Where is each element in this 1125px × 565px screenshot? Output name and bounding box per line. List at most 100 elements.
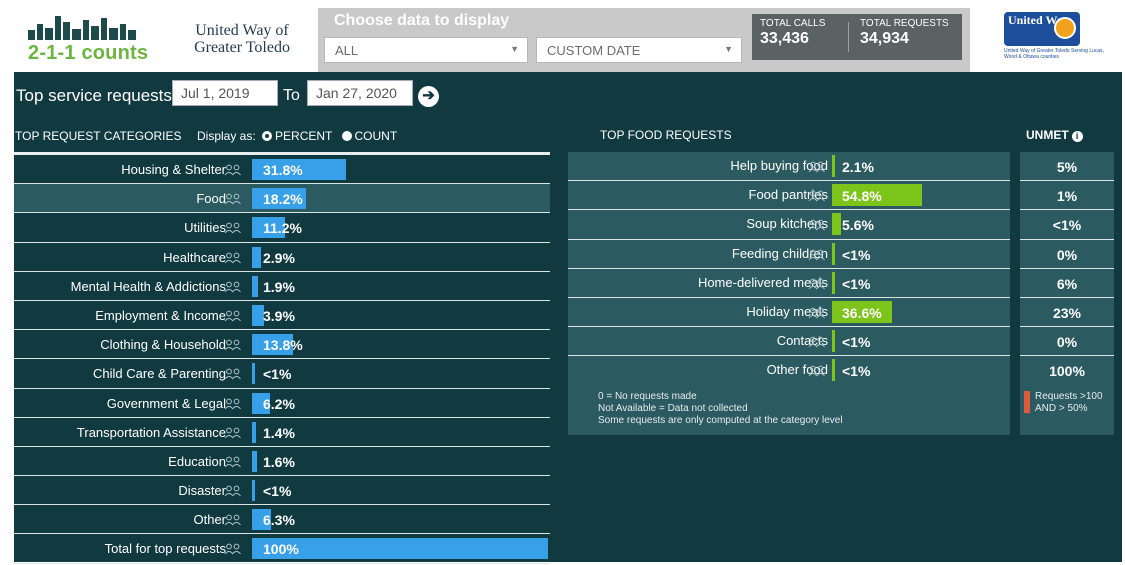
radio-percent[interactable]: [262, 131, 273, 141]
category-bar: [252, 246, 261, 268]
people-icon[interactable]: [808, 365, 826, 377]
category-row-total-for-top-requests[interactable]: Total for top requests 100%: [14, 534, 550, 564]
category-row-employment-income[interactable]: Employment & Income 3.9%: [14, 301, 550, 331]
unmet-value: 100%: [1020, 356, 1114, 386]
category-value: 6.2%: [263, 395, 295, 412]
category-label: Housing & Shelter: [121, 162, 226, 177]
category-bar: [252, 363, 255, 385]
arrow-right-circle-icon[interactable]: ➔: [418, 86, 439, 107]
food-value: 36.6%: [842, 304, 882, 321]
category-value: 2.9%: [263, 249, 295, 266]
category-row-utilities[interactable]: Utilities 11.2%: [14, 213, 550, 243]
food-value: 54.8%: [842, 188, 882, 205]
category-row-government-legal[interactable]: Government & Legal 6.2%: [14, 389, 550, 418]
unmet-legend-text: Requests >100 AND > 50%: [1035, 391, 1103, 414]
food-row-contacts[interactable]: Contacts <1%: [568, 327, 1010, 357]
people-icon[interactable]: [224, 222, 242, 234]
category-row-housing-shelter[interactable]: Housing & Shelter 31.8%: [14, 155, 550, 185]
people-icon[interactable]: [224, 368, 242, 380]
people-icon[interactable]: [808, 161, 826, 173]
people-icon[interactable]: [224, 485, 242, 497]
people-icon[interactable]: [224, 310, 242, 322]
page-title: Top service requests: [16, 86, 172, 105]
category-label: Government & Legal: [106, 395, 226, 411]
category-row-clothing-household[interactable]: Clothing & Household 13.8%: [14, 330, 550, 360]
food-row-soup-kitchens[interactable]: Soup kitchens 5.6%: [568, 210, 1010, 240]
totals-box: TOTAL CALLS 33,436 TOTAL REQUESTS 34,934: [752, 14, 962, 60]
people-icon[interactable]: [224, 456, 242, 468]
category-value: <1%: [263, 483, 292, 500]
category-label: Mental Health & Addictions: [70, 278, 226, 294]
unmet-legend: Requests >100 AND > 50%: [1020, 385, 1114, 435]
logo-text: 2-1-1 counts: [28, 42, 149, 64]
united-way-tagline: United Way of Greater Toledo Serving Luc…: [1004, 48, 1105, 60]
date-to-field[interactable]: Jan 27, 2020: [307, 80, 413, 106]
food-row-other-food[interactable]: Other food <1%: [568, 356, 1010, 386]
category-select[interactable]: ALL ▼: [324, 37, 528, 63]
category-value: 1.4%: [263, 424, 295, 441]
category-row-mental-health-addictions[interactable]: Mental Health & Addictions 1.9%: [14, 272, 550, 301]
to-label: To: [283, 87, 300, 104]
unmet-legend-swatch: [1024, 391, 1030, 413]
info-icon[interactable]: i: [1071, 131, 1083, 142]
people-icon[interactable]: [224, 281, 242, 293]
category-value: <1%: [263, 366, 292, 383]
unmet-value: 5%: [1020, 152, 1114, 182]
category-value: 100%: [263, 541, 299, 558]
food-row-feeding-children[interactable]: Feeding children <1%: [568, 240, 1010, 269]
food-heading: TOP FOOD REQUESTS: [600, 128, 732, 142]
food-row-help-buying-food[interactable]: Help buying food 2.1%: [568, 152, 1010, 182]
people-icon[interactable]: [808, 249, 826, 261]
total-calls-value: 33,436: [760, 30, 809, 47]
unmet-heading: UNMET i: [1026, 128, 1083, 142]
people-icon[interactable]: [808, 307, 826, 319]
note-line: Some requests are only computed at the c…: [598, 415, 843, 426]
people-icon[interactable]: [224, 164, 242, 176]
category-bar: [252, 421, 257, 443]
category-row-education[interactable]: Education 1.6%: [14, 447, 550, 477]
people-icon[interactable]: [224, 339, 242, 351]
category-label: Utilities: [184, 220, 226, 236]
people-icon[interactable]: [808, 190, 826, 202]
food-row-food-pantries[interactable]: Food pantries 54.8%: [568, 181, 1010, 211]
logo-211-counts[interactable]: 2-1-1 counts: [28, 14, 158, 70]
food-row-home-delivered-meals[interactable]: Home-delivered meals <1%: [568, 269, 1010, 298]
note-line: 0 = No requests made: [598, 391, 697, 402]
category-row-transportation-assistance[interactable]: Transportation Assistance 1.4%: [14, 418, 550, 447]
unmet-value: 0%: [1020, 240, 1114, 269]
people-icon[interactable]: [808, 219, 826, 231]
people-icon[interactable]: [224, 427, 242, 439]
food-value: <1%: [842, 246, 871, 263]
food-row-holiday-meals[interactable]: Holiday meals 36.6%: [568, 298, 1010, 328]
dashboard: Top service requests Jul 1, 2019 To Jan …: [14, 72, 1122, 564]
category-row-other[interactable]: Other 6.3%: [14, 505, 550, 535]
people-icon[interactable]: [224, 543, 242, 555]
category-value: 31.8%: [263, 162, 303, 178]
people-icon[interactable]: [224, 193, 242, 205]
people-icon[interactable]: [808, 278, 826, 290]
category-row-disaster[interactable]: Disaster <1%: [14, 476, 550, 506]
food-bar: [832, 242, 835, 265]
unmet-heading-label: UNMET: [1026, 128, 1069, 142]
people-icon[interactable]: [224, 252, 242, 264]
category-row-food[interactable]: Food 18.2%: [14, 184, 550, 214]
category-value: 11.2%: [263, 220, 302, 237]
food-bar: [832, 271, 835, 294]
display-as-control: Display as: PERCENT COUNT: [197, 129, 397, 143]
category-label: Food: [196, 191, 226, 207]
chevron-down-icon: ▼: [724, 44, 733, 54]
radio-count[interactable]: [341, 131, 352, 141]
people-icon[interactable]: [808, 336, 826, 348]
people-icon[interactable]: [224, 398, 242, 410]
food-value: 2.1%: [842, 159, 874, 175]
united-way-logo[interactable]: United Way United Way of Greater Toledo …: [1004, 12, 1116, 70]
unmet-value: 1%: [1020, 181, 1114, 211]
note-line: Not Available = Data not collected: [598, 403, 748, 414]
date-range-select[interactable]: CUSTOM DATE ▼: [536, 37, 742, 63]
category-row-healthcare[interactable]: Healthcare 2.9%: [14, 243, 550, 272]
category-row-child-care-parenting[interactable]: Child Care & Parenting <1%: [14, 359, 550, 389]
date-from-field[interactable]: Jul 1, 2019: [172, 80, 278, 106]
people-icon[interactable]: [224, 514, 242, 526]
food-bar: [832, 359, 835, 382]
unmet-table: 5% 1% <1% 0% 6% 23% 0% 100%: [1020, 152, 1114, 386]
